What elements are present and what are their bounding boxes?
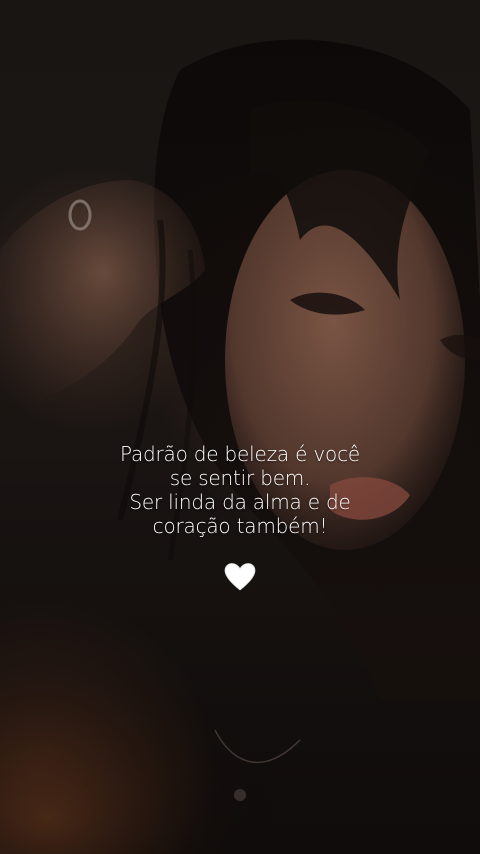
quote-line-3: Ser linda da alma e de	[129, 490, 351, 514]
photo-background: Padrão de beleza é você se sentir bem. S…	[0, 0, 480, 854]
white-heart-icon	[224, 563, 256, 591]
quote-text: Padrão de beleza é você se sentir bem. S…	[40, 442, 440, 538]
quote-line-2: se sentir bem.	[169, 466, 311, 490]
quote-line-4: coração também!	[152, 514, 328, 538]
quote-line-1: Padrão de beleza é você	[120, 442, 360, 466]
portrait-photo	[0, 0, 480, 854]
